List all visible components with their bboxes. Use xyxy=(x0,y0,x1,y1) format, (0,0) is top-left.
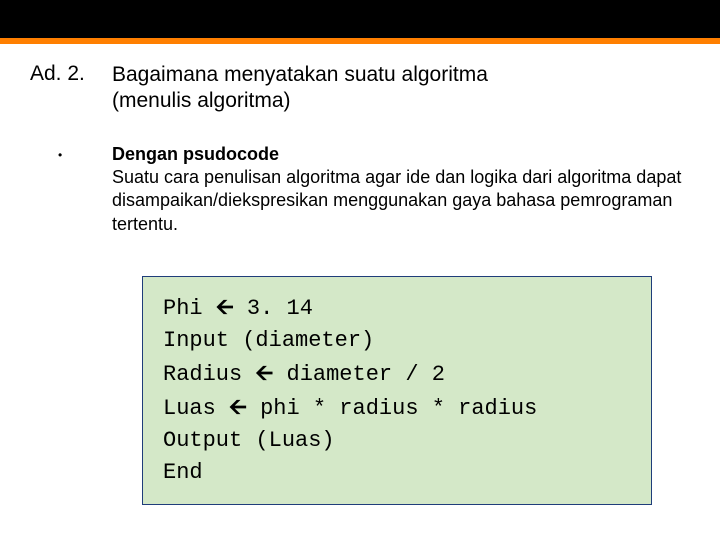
pseudocode-box: Phi 🡨 3. 14 Input (diameter) Radius 🡨 di… xyxy=(142,276,652,505)
bullet-marker: • xyxy=(58,143,112,167)
code-line-6: End xyxy=(163,457,631,489)
heading-prefix: Ad. 2. xyxy=(30,62,112,86)
code-line-1: Phi 🡨 3. 14 xyxy=(163,291,631,325)
bullet-title: Dengan psudocode xyxy=(112,144,279,164)
arrow-icon: 🡨 xyxy=(216,294,234,319)
heading-line1: Bagaimana menyatakan suatu algoritma xyxy=(112,63,488,86)
arrow-icon: 🡨 xyxy=(229,394,247,419)
bullet-desc: Suatu cara penulisan algoritma agar ide … xyxy=(112,167,681,234)
bullet-body: Dengan psudocode Suatu cara penulisan al… xyxy=(112,143,690,237)
heading-line2: (menulis algoritma) xyxy=(112,89,291,112)
code-line-5: Output (Luas) xyxy=(163,425,631,457)
heading-text: Bagaimana menyatakan suatu algoritma (me… xyxy=(112,62,488,115)
bullet-row: • Dengan psudocode Suatu cara penulisan … xyxy=(58,143,690,237)
code-line-4: Luas 🡨 phi * radius * radius xyxy=(163,391,631,425)
arrow-icon: 🡨 xyxy=(255,360,273,385)
header-bar xyxy=(0,0,720,44)
code-line-3: Radius 🡨 diameter / 2 xyxy=(163,357,631,391)
heading-block: Ad. 2. Bagaimana menyatakan suatu algori… xyxy=(30,62,690,115)
code-line-2: Input (diameter) xyxy=(163,325,631,357)
slide-content: Ad. 2. Bagaimana menyatakan suatu algori… xyxy=(0,44,720,505)
